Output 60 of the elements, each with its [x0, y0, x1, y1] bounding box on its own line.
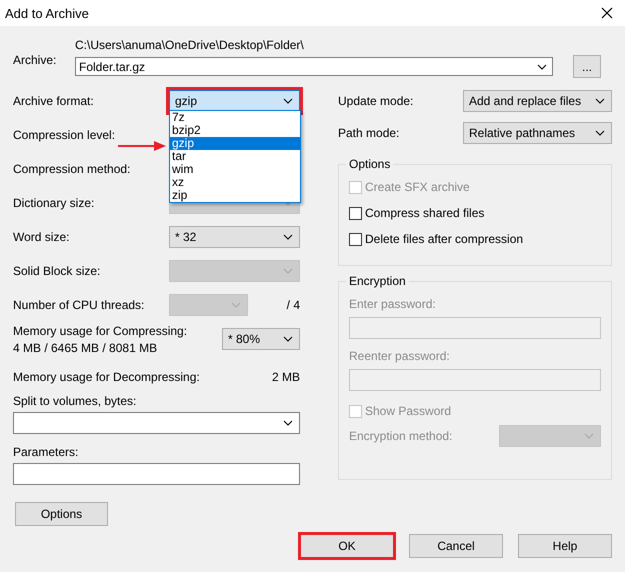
- parameters-field[interactable]: [13, 463, 300, 485]
- field-label: Compression level:: [13, 128, 116, 142]
- field-label: Update mode:: [338, 94, 414, 108]
- chevron-icon: [584, 433, 594, 439]
- chevron-icon: [283, 234, 293, 240]
- field-label: Split to volumes, bytes:: [13, 394, 138, 408]
- field-label: Solid Block size:: [13, 264, 102, 278]
- group-title: Options: [346, 157, 394, 171]
- chevron-icon: [283, 336, 293, 342]
- chevron-icon: [595, 98, 605, 104]
- field-label: Dictionary size:: [13, 196, 96, 210]
- field-label: Path mode:: [338, 126, 400, 140]
- dropdown[interactable]: Add and replace files: [463, 90, 612, 112]
- dialog-button[interactable]: Cancel: [409, 534, 503, 558]
- close-icon[interactable]: [601, 7, 613, 19]
- list-item[interactable]: zip: [170, 189, 300, 202]
- memory-usage: 4 MB / 6465 MB / 8081 MB: [13, 340, 158, 354]
- checkbox[interactable]: Compress shared files: [349, 205, 601, 221]
- dropdown[interactable]: * 80%: [222, 328, 300, 350]
- dialog-button[interactable]: OK: [300, 534, 394, 558]
- split-volumes-combo[interactable]: [13, 412, 300, 434]
- archive-name-combo[interactable]: Folder.tar.gz: [75, 57, 553, 76]
- memory-value: 2 MB: [272, 370, 300, 384]
- field-label: Memory usage for Decompressing:: [13, 370, 200, 384]
- field-label: Archive format:: [13, 94, 95, 108]
- chevron-icon: [283, 420, 293, 426]
- window-title: Add to Archive: [5, 6, 89, 20]
- field-label: Memory usage for Compressing:: [13, 324, 188, 338]
- list-item[interactable]: wim: [170, 163, 300, 176]
- field-label: Parameters:: [13, 445, 80, 459]
- browse-button[interactable]: ...: [573, 55, 601, 78]
- list-item[interactable]: bzip2: [170, 124, 300, 137]
- chevron-icon: [283, 98, 293, 104]
- list-item[interactable]: xz: [170, 176, 300, 189]
- chevron-icon: [595, 130, 605, 136]
- chevron-icon: [283, 268, 293, 274]
- field-label: Encryption method:: [349, 429, 452, 443]
- password-field[interactable]: [349, 317, 601, 339]
- checkbox[interactable]: Delete files after compression: [349, 231, 601, 247]
- list-item[interactable]: 7z: [170, 111, 300, 124]
- field-label: Word size:: [13, 230, 70, 244]
- list-item[interactable]: gzip: [170, 137, 300, 150]
- dropdown[interactable]: Relative pathnames: [463, 122, 612, 144]
- dialog-button[interactable]: Help: [518, 534, 612, 558]
- field-label: Enter password:: [349, 297, 437, 311]
- dropdown[interactable]: * 32: [169, 226, 300, 248]
- chevron-icon: [537, 64, 547, 70]
- archive-label: Archive:: [13, 53, 58, 69]
- group-title: Encryption: [346, 274, 409, 288]
- field-label: Compression method:: [13, 162, 132, 176]
- dropdown[interactable]: gzip: [169, 90, 300, 112]
- field-label: Number of CPU threads:: [13, 298, 146, 312]
- field-label: Reenter password:: [349, 349, 451, 363]
- password-field[interactable]: [349, 369, 601, 391]
- options-button[interactable]: Options: [15, 502, 108, 526]
- thread-count: / 4: [286, 298, 300, 312]
- list-item[interactable]: tar: [170, 150, 300, 163]
- arrow-icon: [118, 141, 166, 151]
- archive-path: C:\Users\anuma\OneDrive\Desktop\Folder\: [75, 38, 305, 54]
- chevron-icon: [231, 302, 241, 308]
